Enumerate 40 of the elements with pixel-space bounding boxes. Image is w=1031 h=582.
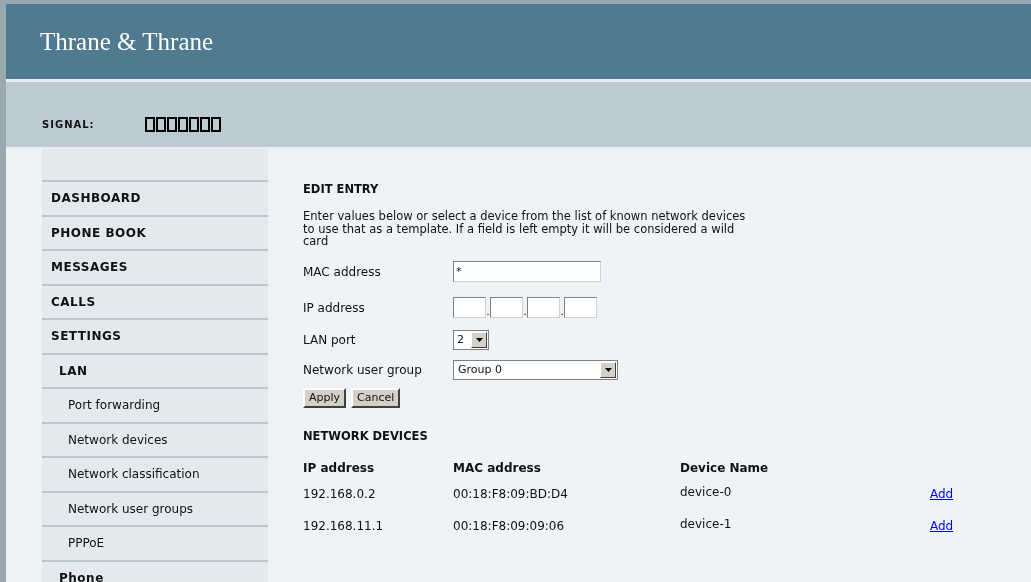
add-link[interactable]: Add	[930, 516, 954, 535]
add-link[interactable]: Add	[930, 484, 954, 503]
sidebar-item[interactable]: PPPoE	[42, 525, 268, 560]
ip-separator: .	[560, 306, 564, 319]
section-title: EDIT ENTRY	[303, 181, 380, 198]
field-label: IP address	[303, 299, 366, 317]
user-group-dropdown[interactable]: Group 0	[453, 359, 618, 380]
table-cell-text: 00:18:F8:09:09:06	[453, 517, 566, 535]
sidebar-item[interactable]: SETTINGS	[42, 318, 268, 353]
table-cell-text: 192.168.11.1	[303, 517, 385, 535]
ip-separator: .	[486, 306, 490, 319]
section-title: NETWORK DEVICES	[303, 427, 429, 445]
signal-label: SIGNAL:	[42, 118, 95, 132]
table-cell-text: device-1	[680, 515, 733, 533]
sidebar-item[interactable]: DASHBOARD	[42, 180, 268, 215]
intro-text: Enter values below or select a device from the list of known network devices to use that as a template. If a field is left empty it will be considered a wild card	[303, 210, 747, 248]
sidebar-item[interactable]: Port forwarding	[42, 387, 268, 422]
sidebar-item[interactable]: Phone	[42, 559, 268, 582]
ip-separator: .	[523, 306, 527, 319]
sidebar-item[interactable]: Network classification	[42, 456, 268, 491]
sidebar-item[interactable]: Network devices	[42, 421, 268, 456]
cancel-button[interactable]: Cancel	[351, 387, 401, 408]
sidebar-item[interactable]: PHONE BOOK	[42, 214, 268, 249]
column-header: MAC address	[453, 460, 542, 477]
table-cell-text: device-0	[680, 483, 733, 501]
table-cell-text: 00:18:F8:09:BD:D4	[453, 485, 569, 503]
sidebar-item[interactable]: LAN	[42, 352, 268, 387]
table-cell-text: 192.168.0.2	[303, 485, 377, 503]
field-label: MAC address	[303, 263, 382, 281]
sidebar-item[interactable]: Network user groups	[42, 490, 268, 525]
sidebar-item[interactable]: CALLS	[42, 283, 268, 318]
field-label: LAN port	[303, 331, 357, 349]
sidebar-item[interactable]: MESSAGES	[42, 249, 268, 284]
brand-logo: Thrane & Thrane	[40, 26, 214, 57]
column-header: IP address	[303, 460, 376, 477]
apply-button[interactable]: Apply	[303, 387, 347, 408]
mac-address-field[interactable]: *	[453, 261, 601, 283]
field-label: Network user group	[303, 361, 423, 379]
column-header: Device Name	[680, 460, 770, 477]
lan-port-dropdown[interactable]: 2	[453, 329, 489, 350]
